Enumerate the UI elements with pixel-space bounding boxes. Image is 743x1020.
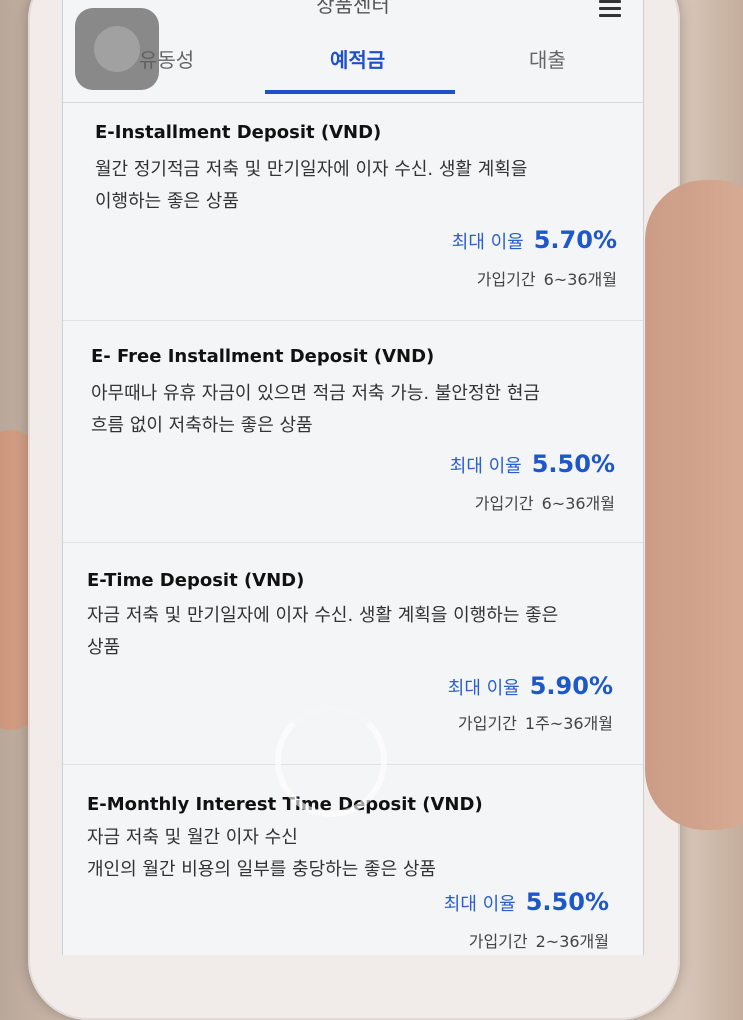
product-description: 자금 저축 및 만기일자에 이자 수신. 생활 계획을 이행하는 좋은 상품 <box>87 605 559 658</box>
loading-spinner-icon <box>275 705 387 817</box>
max-rate-label: 최대 이율 <box>449 456 522 477</box>
term-label: 가입기간 <box>468 932 528 951</box>
product-description: 월간 정기적금 저축 및 만기일자에 이자 수신. 생활 계획을 이행하는 좋은… <box>95 159 528 212</box>
tab-deposits[interactable]: 예적금 <box>330 44 385 73</box>
tab-loans[interactable]: 대출 <box>529 44 566 73</box>
product-title: E- Free Installment Deposit (VND) <box>91 346 435 367</box>
term-value: 6~36개월 <box>541 494 615 513</box>
max-rate-value: 5.50% <box>531 450 615 478</box>
product-description: 자금 저축 및 월간 이자 수신 개인의 월간 비용의 일부를 충당하는 좋은 … <box>87 827 436 880</box>
app-screen: 상품센터 유동성 예적금 대출 E-Installment Deposit (V… <box>62 0 644 955</box>
term-value: 1주~36개월 <box>524 714 613 733</box>
term: 가입기간 6~36개월 <box>477 266 617 290</box>
max-rate-label: 최대 이율 <box>451 232 524 253</box>
max-rate-value: 5.50% <box>525 888 609 916</box>
max-rate-value: 5.70% <box>533 226 617 254</box>
term: 가입기간 6~36개월 <box>475 490 615 514</box>
max-rate: 최대 이율 5.90% <box>448 672 613 700</box>
max-rate-value: 5.90% <box>529 672 613 700</box>
max-rate-label: 최대 이율 <box>447 678 520 699</box>
term-label: 가입기간 <box>458 714 517 733</box>
max-rate: 최대 이율 5.50% <box>444 888 609 916</box>
max-rate: 최대 이율 5.70% <box>452 226 617 254</box>
term: 가입기간 2~36개월 <box>469 928 609 952</box>
term-label: 가입기간 <box>476 270 536 289</box>
product-title: E-Monthly Interest Time Deposit (VND) <box>87 794 483 815</box>
product-description: 아무때나 유휴 자금이 있으면 적금 저축 가능. 불안정한 현금 흐름 없이 … <box>91 383 540 436</box>
page-title: 상품센터 <box>316 0 390 17</box>
term-label: 가입기간 <box>474 494 534 513</box>
max-rate: 최대 이율 5.50% <box>450 450 615 478</box>
product-card[interactable]: E- Free Installment Deposit (VND) 아무때나 유… <box>63 320 643 543</box>
product-card[interactable]: E-Installment Deposit (VND) 월간 정기적금 저축 및… <box>63 102 643 321</box>
max-rate-label: 최대 이율 <box>443 894 516 915</box>
term-value: 6~36개월 <box>543 270 617 289</box>
hamburger-menu-icon[interactable] <box>599 0 621 20</box>
term: 가입기간 1주~36개월 <box>458 710 613 734</box>
assistive-touch-button[interactable] <box>75 8 159 90</box>
product-title: E-Time Deposit (VND) <box>87 570 305 591</box>
product-title: E-Installment Deposit (VND) <box>95 122 382 143</box>
finger-right <box>645 180 743 830</box>
active-tab-indicator <box>265 90 455 94</box>
term-value: 2~36개월 <box>535 932 609 951</box>
